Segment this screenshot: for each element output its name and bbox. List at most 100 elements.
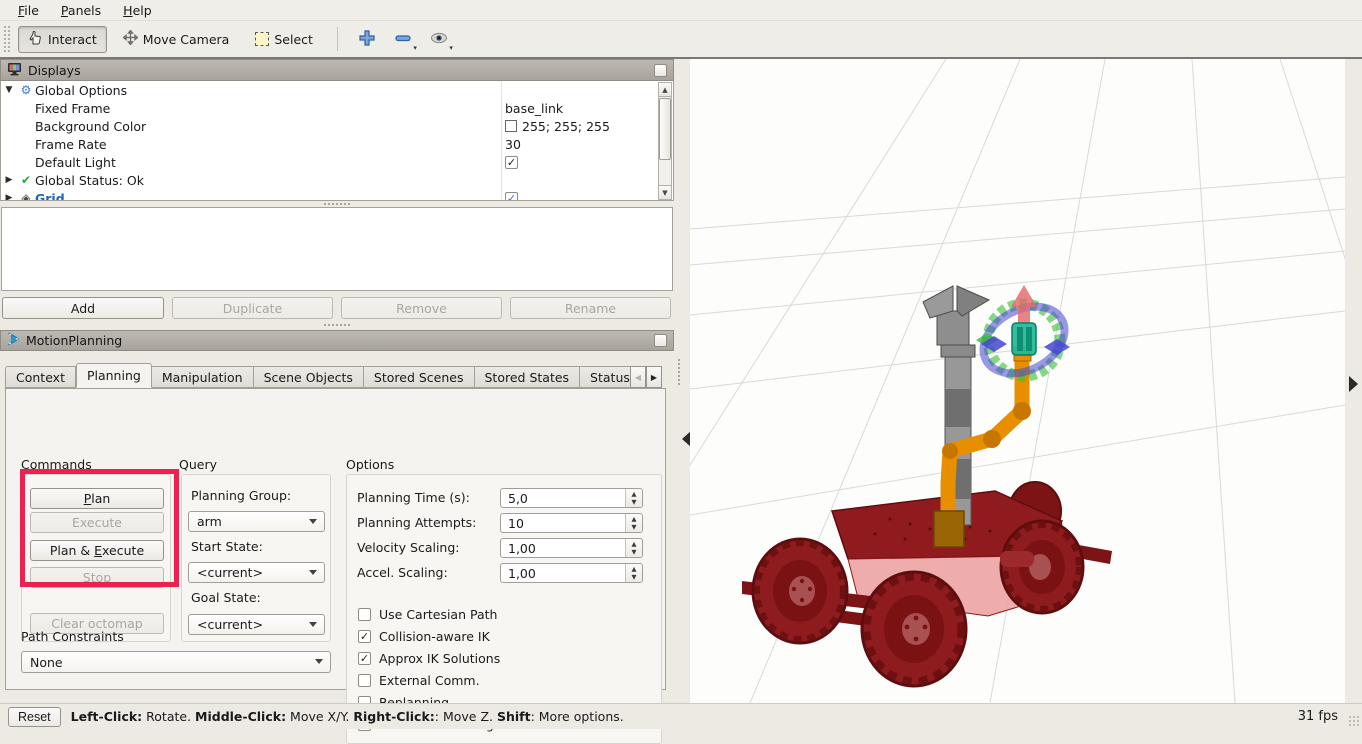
eye-icon — [430, 31, 448, 48]
tab-scene-objects[interactable]: Scene Objects — [254, 366, 364, 388]
tab-context[interactable]: Context — [5, 366, 76, 388]
checkbox[interactable] — [358, 674, 371, 687]
zoom-in-tool-button[interactable] — [352, 26, 382, 53]
planning-time-s-label: Planning Time (s): — [357, 490, 470, 505]
checkbox[interactable]: ✓ — [505, 192, 518, 202]
planning-time-s-spinbox[interactable]: 5,0 ▲▼ — [500, 488, 643, 508]
expander-down-icon[interactable]: ▼ — [1, 85, 17, 95]
goal-state-combobox[interactable]: <current> — [188, 614, 325, 635]
tab-stored-states[interactable]: Stored States — [475, 366, 581, 388]
menu-item-file[interactable]: File — [8, 1, 49, 20]
tree-row-value[interactable]: ✓ — [505, 192, 518, 202]
expander-right-icon[interactable]: ▶ — [1, 175, 17, 185]
checkbox-collision-aware-ik[interactable]: ✓Collision-aware IK — [358, 629, 490, 644]
tree-row-label: Global Status: Ok — [35, 173, 144, 188]
accel-scaling-spinbox[interactable]: 1,00▲▼ — [500, 563, 643, 583]
remove-display-button: Remove — [341, 297, 502, 319]
tree-row[interactable]: ▶✔Global Status: Ok — [1, 171, 659, 189]
zoom-out-tool-button[interactable]: ▾ — [388, 26, 418, 53]
panel-resize-gap[interactable] — [674, 59, 690, 703]
query-section-label: Query — [179, 457, 217, 472]
visibility-tool-button[interactable]: ▾ — [424, 26, 454, 53]
planning-group-combobox[interactable]: arm — [188, 511, 325, 532]
spinner-arrows[interactable]: ▲▼ — [625, 489, 642, 507]
scroll-up-arrow-icon[interactable]: ▲ — [659, 83, 671, 97]
zoom-in-plus-icon — [359, 30, 375, 49]
chevron-down-icon — [309, 570, 317, 575]
displays-panel-title: Displays — [28, 63, 81, 78]
tree-row-value[interactable]: 30 — [505, 137, 521, 152]
checkbox[interactable]: ✓ — [358, 652, 371, 665]
scroll-down-arrow-icon[interactable]: ▼ — [659, 185, 671, 199]
tree-row[interactable]: Frame Rate30 — [1, 135, 659, 153]
toolbar-separator — [337, 27, 338, 51]
tree-row[interactable]: ▶◈Grid✓ — [1, 189, 659, 201]
checkbox[interactable]: ✓ — [505, 156, 518, 169]
spinner-arrows[interactable]: ▲▼ — [625, 514, 642, 532]
tree-scrollbar[interactable]: ▲ ▼ — [658, 82, 672, 200]
path-constraints-combobox[interactable]: None — [21, 651, 331, 673]
checkbox[interactable] — [358, 608, 371, 621]
tree-row[interactable]: Default Light✓ — [1, 153, 659, 171]
displays-panel-titlebar[interactable]: Displays — [0, 59, 674, 81]
plan-execute-button[interactable]: Plan & Execute — [30, 540, 164, 561]
toolbar-drag-handle[interactable] — [4, 26, 10, 52]
tree-row[interactable]: ▼⚙Global Options — [1, 81, 659, 99]
motion-planning-titlebar[interactable]: MotionPlanning — [0, 330, 674, 351]
expander-right-icon[interactable]: ▶ — [1, 193, 17, 201]
splitter-dots — [678, 359, 680, 385]
menu-item-help[interactable]: Help — [113, 1, 162, 20]
expand-right-arrow-icon[interactable] — [1349, 376, 1358, 392]
add-display-button[interactable]: Add — [2, 297, 164, 319]
camera-mast[interactable] — [923, 286, 989, 525]
tab-scroll-right-arrow-icon[interactable]: ▶ — [646, 366, 662, 388]
checkbox-approx-ik-solutions[interactable]: ✓Approx IK Solutions — [358, 651, 500, 666]
panel-float-button[interactable] — [654, 64, 667, 77]
checkbox[interactable]: ✓ — [358, 630, 371, 643]
plan-button[interactable]: Plan — [30, 488, 164, 509]
panel-splitter[interactable] — [0, 322, 674, 328]
start-state-combobox[interactable]: <current> — [188, 562, 325, 583]
reset-button[interactable]: Reset — [8, 707, 61, 727]
color-swatch[interactable] — [505, 120, 517, 132]
motion-planning-panel: MotionPlanning ContextPlanningManipulati… — [0, 330, 674, 703]
displays-tree[interactable]: ▼⚙Global OptionsFixed Framebase_linkBack… — [0, 81, 674, 201]
select-tool-button[interactable]: Select — [245, 26, 323, 53]
move-camera-tool-button[interactable]: Move Camera — [113, 26, 240, 53]
selection-box-icon — [255, 32, 269, 46]
tab-stored-scenes[interactable]: Stored Scenes — [364, 366, 475, 388]
tree-row-value[interactable]: base_link — [505, 101, 563, 116]
commands-groupbox: PlanExecutePlan & ExecuteStopClear octom… — [21, 474, 171, 642]
tab-scroll-left-arrow-icon: ◀ — [630, 366, 646, 388]
interact-tool-button[interactable]: Interact — [18, 26, 107, 53]
tree-row-value[interactable]: 255; 255; 255 — [505, 119, 610, 134]
spinner-arrows[interactable]: ▲▼ — [625, 539, 642, 557]
axle — [1000, 551, 1034, 567]
accel-scaling-label: Accel. Scaling: — [357, 565, 448, 580]
scrollbar-thumb[interactable] — [659, 98, 671, 160]
monitor-icon — [7, 62, 22, 79]
checkbox-external-comm-[interactable]: External Comm. — [358, 673, 480, 688]
tab-planning[interactable]: Planning — [76, 363, 152, 388]
end-effector-gripper — [1012, 323, 1036, 355]
checkbox-use-cartesian-path[interactable]: Use Cartesian Path — [358, 607, 497, 622]
planning-attempts-spinbox[interactable]: 10▲▼ — [500, 513, 643, 533]
spinbox-value: 5,0 — [508, 491, 528, 506]
tree-row[interactable]: Fixed Framebase_link — [1, 99, 659, 117]
panel-float-button[interactable] — [654, 334, 667, 347]
resize-grip[interactable] — [1348, 715, 1360, 727]
checkbox-label: External Comm. — [379, 673, 480, 688]
displays-panel: Displays ▼⚙Global OptionsFixed Framebase… — [0, 59, 674, 320]
tree-row-value[interactable]: ✓ — [505, 156, 518, 169]
tab-manipulation[interactable]: Manipulation — [152, 366, 254, 388]
chevron-down-icon — [315, 659, 323, 664]
velocity-scaling-spinbox[interactable]: 1,00▲▼ — [500, 538, 643, 558]
rover-robot[interactable] — [742, 482, 1112, 686]
tab-status[interactable]: Status — [580, 366, 632, 388]
spinner-arrows[interactable]: ▲▼ — [625, 564, 642, 582]
tree-row[interactable]: Background Color255; 255; 255 — [1, 117, 659, 135]
execute-button: Execute — [30, 512, 164, 533]
render-viewport-3d[interactable] — [690, 59, 1345, 703]
menu-item-panels[interactable]: Panels — [51, 1, 111, 20]
right-edge-strip — [1345, 59, 1362, 703]
